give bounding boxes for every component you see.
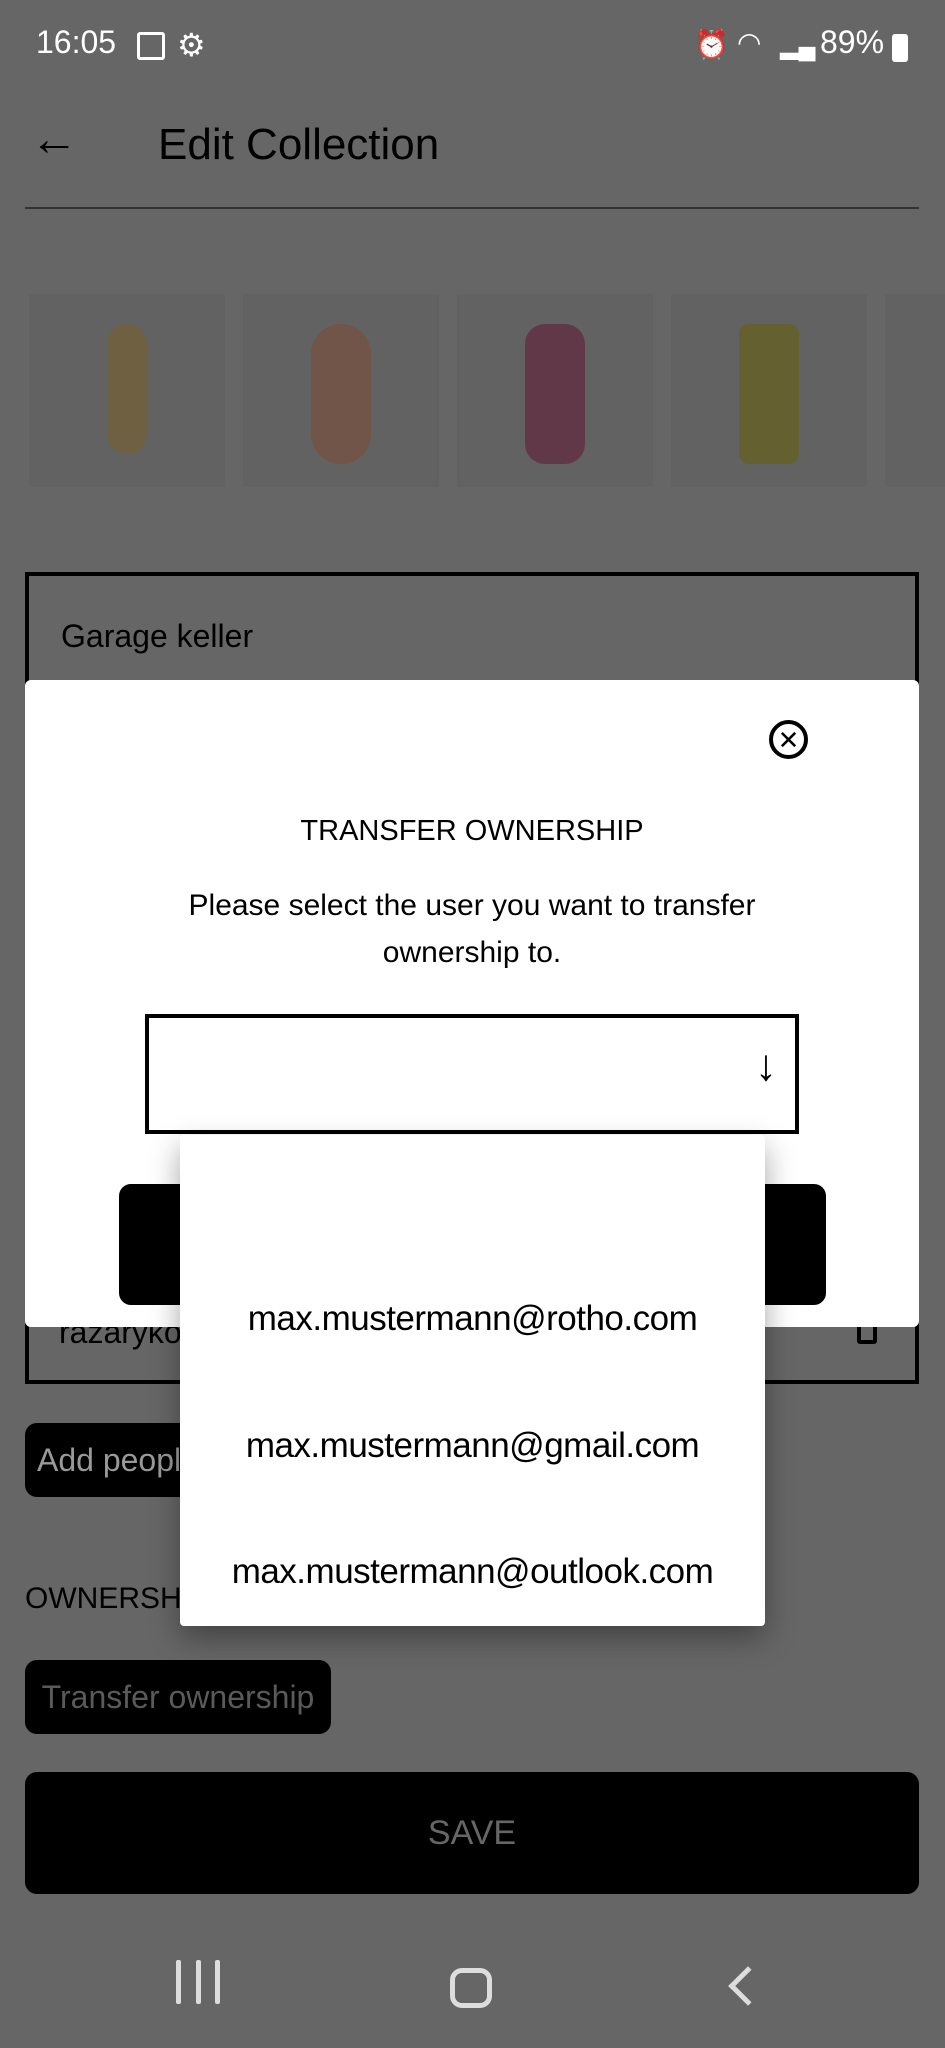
dropdown-option[interactable]: max.mustermann@rotho.com <box>180 1255 765 1382</box>
collection-image[interactable] <box>29 294 225 487</box>
battery-percent: 89% <box>820 24 885 60</box>
status-time: 16:05 <box>36 24 117 60</box>
dialog-title: TRANSFER OWNERSHIP <box>300 815 644 847</box>
dropdown-option[interactable]: max.mustermann@gmail.com <box>180 1382 765 1509</box>
image-icon <box>137 32 165 60</box>
battery-icon <box>892 34 908 62</box>
close-icon[interactable]: ✕ <box>769 720 808 759</box>
home-icon[interactable] <box>450 1968 492 2008</box>
arrow-down-icon: ↓ <box>755 1041 777 1090</box>
header-divider <box>25 207 919 209</box>
user-dropdown-menu: max.mustermann@rotho.com max.mustermann@… <box>180 1135 765 1626</box>
collection-image[interactable] <box>885 294 945 487</box>
alarm-icon: ⏰ <box>694 29 729 60</box>
user-select[interactable]: ↓ <box>145 1014 799 1134</box>
collection-image[interactable] <box>457 294 653 487</box>
page-title: Edit Collection <box>158 120 440 169</box>
collection-image[interactable] <box>671 294 867 487</box>
collection-name-value: Garage keller <box>61 618 254 654</box>
collection-name-input[interactable]: Garage keller <box>25 572 919 692</box>
dropdown-option-empty[interactable] <box>180 1135 765 1262</box>
dialog-description: Please select the user you want to trans… <box>188 889 756 969</box>
collection-image[interactable] <box>243 294 439 487</box>
transfer-ownership-button[interactable]: Transfer ownership <box>25 1660 331 1734</box>
gear-icon: ⚙ <box>177 27 206 63</box>
save-button[interactable]: SAVE <box>25 1772 919 1894</box>
dropdown-option[interactable]: max.mustermann@outlook.com <box>180 1508 765 1635</box>
signal-icon: ▂▄ <box>780 33 816 60</box>
wifi-icon: ◠ <box>737 27 762 58</box>
recent-apps-icon[interactable] <box>176 1960 220 2004</box>
arrow-left-icon[interactable]: ← <box>30 112 78 167</box>
